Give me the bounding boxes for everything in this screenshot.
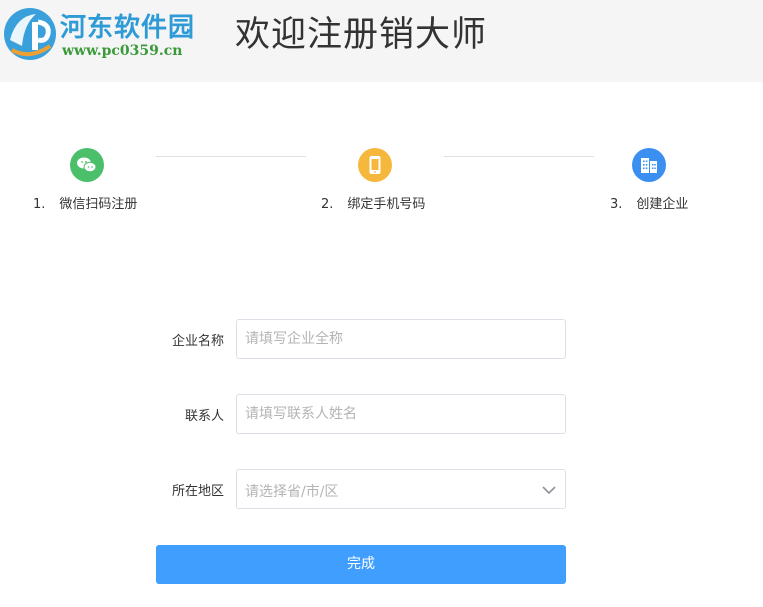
logo-mark-icon [4, 8, 56, 60]
step-connector-2 [444, 156, 594, 157]
logo-name: 河东软件园 [60, 13, 196, 43]
step-connector-1 [156, 156, 306, 157]
chevron-down-icon [542, 486, 556, 495]
step-2-label: 2. 绑定手机号码 [321, 193, 425, 212]
step-text: 创建企业 [636, 197, 689, 212]
submit-button[interactable]: 完成 [156, 545, 566, 584]
region-select-placeholder: 请选择省/市/区 [245, 484, 339, 500]
step-text: 微信扫码注册 [59, 197, 138, 212]
region-label: 所在地区 [171, 484, 224, 499]
step-3-label: 3. 创建企业 [610, 193, 688, 212]
step-2-phone-icon [358, 148, 392, 182]
page-title: 欢迎注册销大师 [235, 15, 488, 55]
header: 河东软件园 www.pc0359.cn 欢迎注册销大师 [0, 0, 763, 82]
step-text: 绑定手机号码 [347, 197, 426, 212]
step-number: 2. [321, 197, 334, 212]
contact-name-input[interactable] [236, 394, 566, 434]
step-number: 1. [33, 197, 46, 212]
region-select[interactable]: 请选择省/市/区 [236, 469, 566, 509]
step-1-label: 1. 微信扫码注册 [33, 193, 137, 212]
logo: 河东软件园 www.pc0359.cn [0, 0, 205, 72]
step-number: 3. [610, 197, 623, 212]
step-1-wechat-icon [70, 148, 104, 182]
company-name-label: 企业名称 [171, 334, 224, 349]
contact-label: 联系人 [184, 409, 224, 424]
logo-url: www.pc0359.cn [62, 43, 183, 59]
step-3-building-icon [632, 148, 666, 182]
company-name-input[interactable] [236, 319, 566, 359]
